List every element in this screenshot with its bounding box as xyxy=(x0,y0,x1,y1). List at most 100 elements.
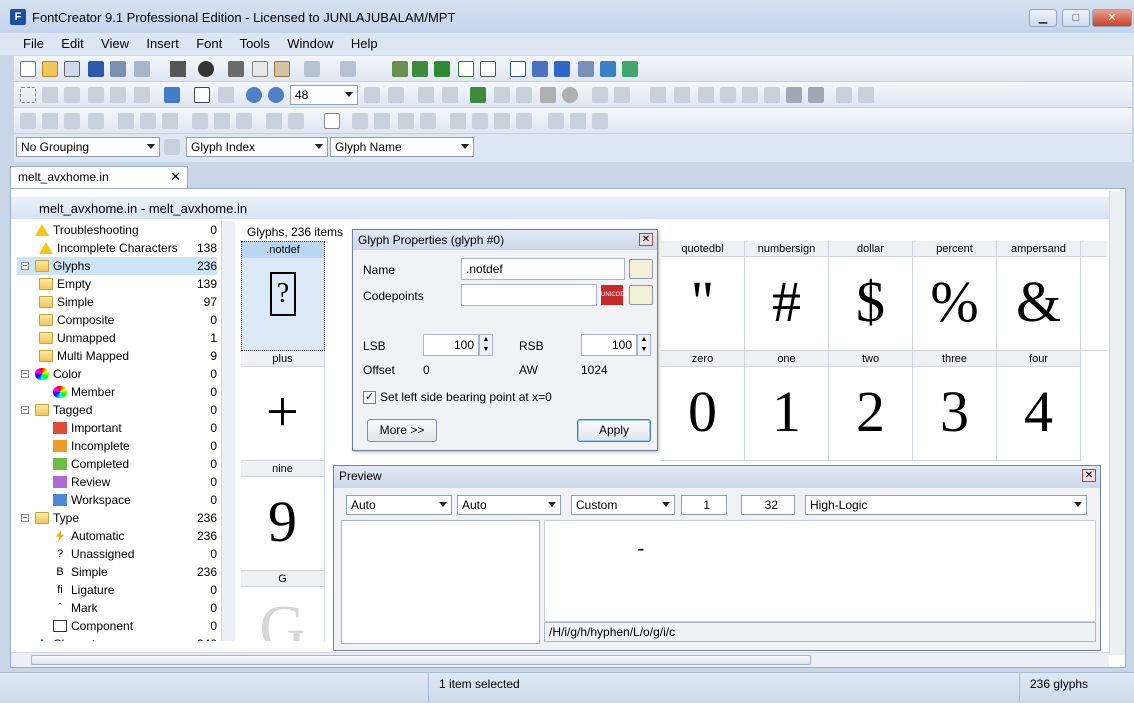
find-icon[interactable] xyxy=(198,61,214,77)
lsb-spinner[interactable]: ▲ ▼ xyxy=(479,334,493,356)
hand-icon[interactable] xyxy=(64,87,80,103)
close-button[interactable]: ✕ xyxy=(1092,9,1132,27)
glyph-cell-quotedbl[interactable]: quotedbl " xyxy=(661,241,745,351)
lsb-checkbox[interactable]: ✓ xyxy=(363,391,376,404)
menu-font[interactable]: Font xyxy=(189,33,229,54)
actual-size-icon[interactable] xyxy=(388,87,404,103)
face-icon[interactable] xyxy=(420,113,436,129)
pen-icon[interactable] xyxy=(88,87,104,103)
lasso-icon[interactable] xyxy=(42,87,58,103)
align-right-icon[interactable] xyxy=(162,113,178,129)
tree-item-color[interactable]: − Color 0 xyxy=(17,365,217,383)
backward-icon[interactable] xyxy=(592,87,608,103)
open-list-icon[interactable] xyxy=(64,61,80,77)
network-icon[interactable] xyxy=(836,87,852,103)
glyph-cell-four[interactable]: four 4 xyxy=(997,351,1081,461)
forward-icon[interactable] xyxy=(614,87,630,103)
eraser-icon[interactable] xyxy=(134,87,150,103)
tree-item-unassigned[interactable]: ? Unassigned 0 xyxy=(17,545,217,563)
name-edit-icon[interactable] xyxy=(629,259,653,279)
tree-item-multi-mapped[interactable]: Multi Mapped 9 xyxy=(17,347,217,365)
unicode-icon[interactable]: UNICODE xyxy=(601,285,629,305)
menu-file[interactable]: File xyxy=(16,33,51,54)
tree-item-mark[interactable]: ˆ Mark 0 xyxy=(17,599,217,617)
anchor-icon[interactable] xyxy=(786,87,802,103)
zoom-out-icon[interactable] xyxy=(268,87,284,103)
pointer-icon[interactable] xyxy=(418,87,434,103)
table-icon[interactable] xyxy=(578,61,594,77)
open-folder-icon[interactable] xyxy=(42,61,58,77)
collapse-icon[interactable]: − xyxy=(21,514,29,522)
guides-icon[interactable] xyxy=(742,87,758,103)
tree-item-review[interactable]: Review 0 xyxy=(17,473,217,491)
tree-scrollbar[interactable] xyxy=(221,221,235,641)
sort-icon[interactable] xyxy=(164,139,180,155)
align-top-icon[interactable] xyxy=(192,113,208,129)
apply-button[interactable]: Apply xyxy=(577,419,651,442)
collapse-icon[interactable]: − xyxy=(21,370,29,378)
checkmark-icon[interactable] xyxy=(554,61,570,77)
scroll-thumb[interactable] xyxy=(31,655,811,665)
align-points-icon[interactable] xyxy=(698,87,714,103)
print-icon[interactable] xyxy=(170,61,186,77)
erase-icon[interactable] xyxy=(352,113,368,129)
tree-item-simple[interactable]: B Simple 236 xyxy=(17,563,217,581)
picture-icon[interactable] xyxy=(470,87,486,103)
mirror-icon[interactable] xyxy=(516,113,532,129)
menu-help[interactable]: Help xyxy=(344,33,385,54)
redo-icon[interactable] xyxy=(340,61,356,77)
window-icon[interactable] xyxy=(324,113,340,129)
zoom-in-icon[interactable] xyxy=(246,87,262,103)
preview-font-select[interactable]: High-Logic xyxy=(805,495,1087,515)
tree-item-workspace[interactable]: Workspace 0 xyxy=(17,491,217,509)
globe-icon[interactable] xyxy=(600,61,616,77)
new-file-icon[interactable] xyxy=(20,61,36,77)
name-field[interactable]: .notdef xyxy=(461,258,625,280)
more-button[interactable]: More >> xyxy=(367,419,437,442)
trace-icon[interactable] xyxy=(494,87,510,103)
spellcheck-icon[interactable] xyxy=(532,61,548,77)
flip-h-icon[interactable] xyxy=(450,113,466,129)
glyph-cell-qu[interactable]: qu xyxy=(1081,241,1107,351)
menu-insert[interactable]: Insert xyxy=(139,33,186,54)
combine-icon[interactable] xyxy=(64,113,80,129)
rotate-icon[interactable] xyxy=(398,113,414,129)
tree-item-glyphs[interactable]: − Glyphs 236 xyxy=(17,257,217,275)
save-all-icon[interactable] xyxy=(110,61,126,77)
export-icon[interactable] xyxy=(134,61,150,77)
minimize-button[interactable]: ▁ xyxy=(1029,9,1057,27)
tree-item-characters[interactable]: A Characters 240 xyxy=(17,635,217,641)
ellipse-icon[interactable] xyxy=(562,87,578,103)
preview-select-2[interactable]: Auto xyxy=(457,495,561,515)
glyph-cell-dollar[interactable]: dollar $ xyxy=(829,241,913,351)
intersect-icon[interactable] xyxy=(592,113,608,129)
select-icon[interactable] xyxy=(20,87,36,103)
node-icon[interactable] xyxy=(442,87,458,103)
properties-icon[interactable] xyxy=(510,61,526,77)
image-icon[interactable] xyxy=(164,87,180,103)
add-glyph-icon[interactable] xyxy=(412,61,428,77)
align-middle-icon[interactable] xyxy=(214,113,230,129)
fit-window-icon[interactable] xyxy=(364,87,380,103)
tree-item-simple[interactable]: Simple 97 xyxy=(17,293,217,311)
copy-icon[interactable] xyxy=(252,61,268,77)
preview-select-1[interactable]: Auto xyxy=(346,495,452,515)
tree-item-completed[interactable]: Completed 0 xyxy=(17,455,217,473)
curve-icon[interactable] xyxy=(516,87,532,103)
name-select[interactable]: Glyph Name xyxy=(330,137,474,157)
glyph-cell-three[interactable]: three 3 xyxy=(913,351,997,461)
tree-item-automatic[interactable]: Automatic 236 xyxy=(17,527,217,545)
align-center-icon[interactable] xyxy=(140,113,156,129)
tree-item-tagged[interactable]: − Tagged 0 xyxy=(17,401,217,419)
brush-icon[interactable] xyxy=(110,87,126,103)
glyph-cell-notdef[interactable]: .notdef? xyxy=(241,241,325,351)
vertical-scrollbar[interactable] xyxy=(1109,191,1125,655)
tab-close-icon[interactable]: ✕ xyxy=(170,169,181,185)
stamp-icon[interactable] xyxy=(808,87,824,103)
zoom-select[interactable]: 48 xyxy=(290,85,358,105)
horizontal-scrollbar[interactable] xyxy=(11,652,1109,667)
skew-icon[interactable] xyxy=(494,113,510,129)
codepoints-field[interactable] xyxy=(461,284,597,306)
dialog-close-icon[interactable]: ✕ xyxy=(639,233,653,246)
index-select[interactable]: Glyph Index xyxy=(186,137,328,157)
